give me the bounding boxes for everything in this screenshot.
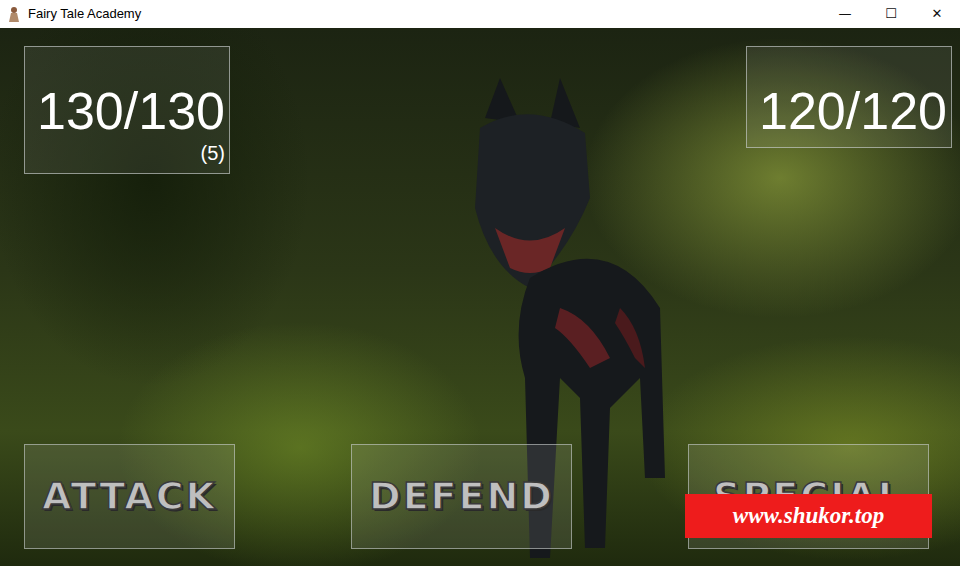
close-button[interactable]: ✕ xyxy=(914,0,960,28)
player-counter: (5) xyxy=(37,137,225,167)
watermark: www.shukor.top xyxy=(685,494,932,538)
action-button[interactable]: DEFEND xyxy=(351,444,572,549)
enemy-hp-panel: 120/120 xyxy=(746,46,952,148)
minimize-button[interactable]: — xyxy=(822,0,868,28)
player-hp-panel: 130/130 (5) xyxy=(24,46,230,174)
app-icon xyxy=(6,6,22,22)
window-title: Fairy Tale Academy xyxy=(22,4,822,24)
maximize-button[interactable]: ☐ xyxy=(868,0,914,28)
player-hp: 130/130 xyxy=(37,82,225,140)
enemy-hp: 120/120 xyxy=(759,82,947,140)
battle-scene: 130/130 (5) 120/120 ATTACKDEFENDSPECIAL … xyxy=(0,28,960,566)
action-button[interactable]: ATTACK xyxy=(24,444,235,549)
